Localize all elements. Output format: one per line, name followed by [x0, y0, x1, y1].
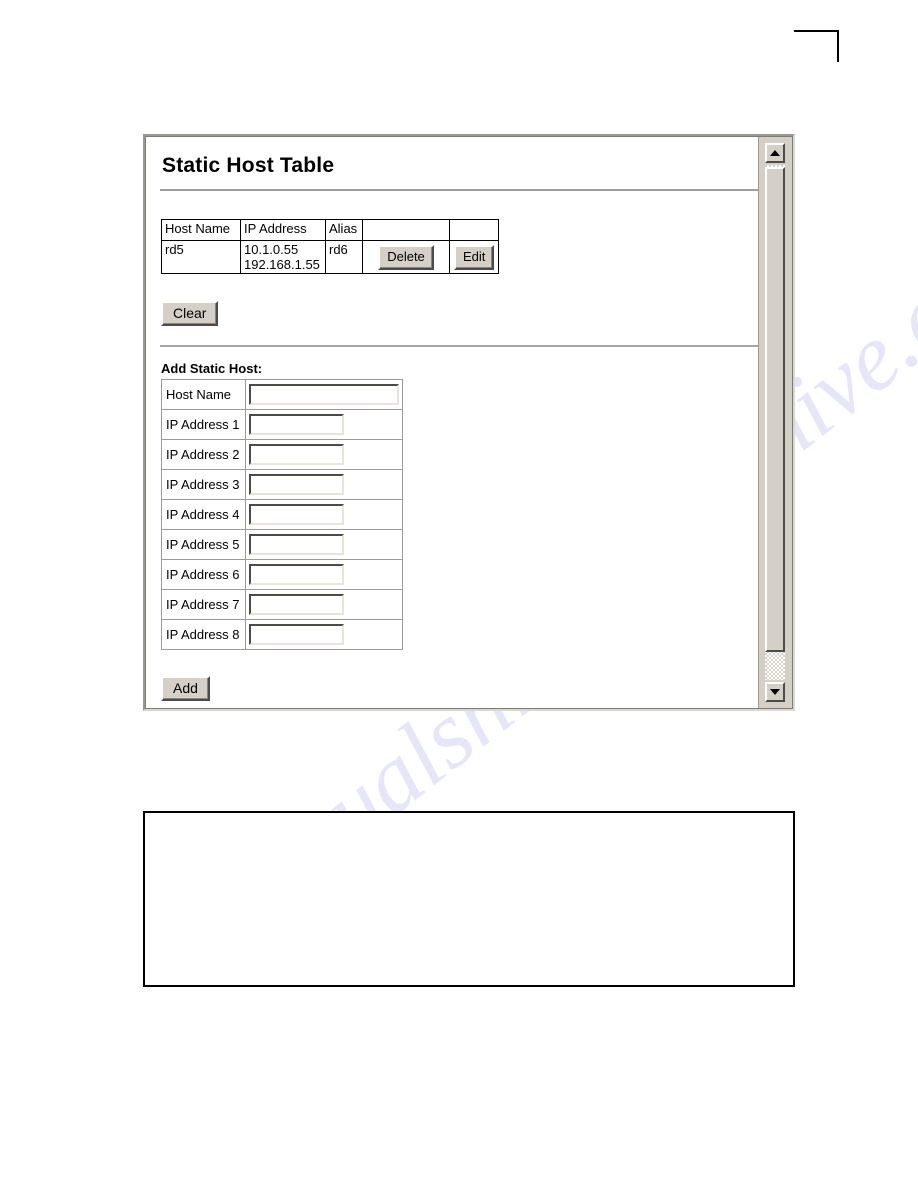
crop-mark-vertical — [837, 30, 839, 62]
cell-host-name: rd5 — [161, 240, 241, 274]
triangle-up-icon — [770, 150, 780, 156]
ip-address-3-input[interactable] — [249, 474, 344, 495]
page-title: Static Host Table — [162, 154, 335, 177]
cell-ip-address-5-input — [245, 529, 403, 560]
static-host-table-panel: Static Host Table Host Name IP Address A… — [143, 134, 795, 711]
label-ip-address-2: IP Address 2 — [161, 439, 246, 470]
form-row-ip-address-5: IP Address 5 — [161, 529, 403, 560]
label-ip-address-7: IP Address 7 — [161, 589, 246, 620]
cell-ip-address-8-input — [245, 619, 403, 650]
clear-button[interactable]: Clear — [161, 301, 219, 326]
add-static-host-form: Host Name IP Address 1 IP Address 2 IP A… — [161, 379, 403, 650]
delete-button[interactable]: Delete — [378, 244, 434, 270]
title-divider — [160, 189, 758, 191]
scroll-down-button[interactable] — [765, 682, 785, 702]
form-row-ip-address-2: IP Address 2 — [161, 439, 403, 470]
vertical-scrollbar[interactable] — [758, 137, 792, 708]
host-name-input[interactable] — [249, 384, 399, 405]
cell-alias: rd6 — [325, 240, 363, 274]
label-ip-address-1: IP Address 1 — [161, 409, 246, 440]
ip-address-2-input[interactable] — [249, 444, 344, 465]
form-row-host-name: Host Name — [161, 379, 403, 410]
crop-mark-horizontal — [794, 30, 839, 32]
form-row-ip-address-7: IP Address 7 — [161, 589, 403, 620]
cell-ip-address-4-input — [245, 499, 403, 530]
cell-edit-action: Edit — [448, 240, 500, 274]
cell-ip-address-3-input — [245, 469, 403, 500]
ip-address-5-input[interactable] — [249, 534, 344, 555]
label-ip-address-4: IP Address 4 — [161, 499, 246, 530]
cell-ip-address-line-1: 10.1.0.55 — [244, 242, 299, 257]
form-row-ip-address-4: IP Address 4 — [161, 499, 403, 530]
label-ip-address-6: IP Address 6 — [161, 559, 246, 590]
cell-ip-address-2-input — [245, 439, 403, 470]
triangle-down-icon — [770, 689, 780, 695]
crop-registration-mark — [794, 30, 839, 62]
cell-ip-address-line-2: 192.168.1.55 — [244, 257, 320, 272]
label-ip-address-8: IP Address 8 — [161, 619, 246, 650]
table-row: rd5 10.1.0.55 192.168.1.55 rd6 Delete Ed… — [161, 240, 500, 274]
form-row-ip-address-3: IP Address 3 — [161, 469, 403, 500]
cell-ip-address-7-input — [245, 589, 403, 620]
column-header-host-name: Host Name — [161, 219, 241, 241]
add-static-host-heading: Add Static Host: — [161, 361, 263, 376]
edit-button[interactable]: Edit — [454, 244, 495, 270]
cell-delete-action: Delete — [362, 240, 450, 274]
column-header-delete — [362, 219, 450, 241]
caption-box — [143, 811, 795, 987]
form-row-ip-address-8: IP Address 8 — [161, 619, 403, 650]
ip-address-1-input[interactable] — [249, 414, 344, 435]
table-header-row: Host Name IP Address Alias — [161, 219, 500, 241]
panel-content-area: Static Host Table Host Name IP Address A… — [146, 137, 758, 708]
ip-address-6-input[interactable] — [249, 564, 344, 585]
section-divider — [160, 345, 758, 347]
scroll-up-button[interactable] — [765, 143, 785, 163]
column-header-alias: Alias — [325, 219, 363, 241]
ip-address-7-input[interactable] — [249, 594, 344, 615]
cell-ip-address: 10.1.0.55 192.168.1.55 — [240, 240, 326, 274]
add-button[interactable]: Add — [161, 676, 210, 701]
label-ip-address-3: IP Address 3 — [161, 469, 246, 500]
column-header-edit — [448, 219, 500, 241]
label-ip-address-5: IP Address 5 — [161, 529, 246, 560]
ip-address-8-input[interactable] — [249, 624, 344, 645]
form-row-ip-address-6: IP Address 6 — [161, 559, 403, 590]
scrollbar-thumb[interactable] — [765, 167, 785, 652]
static-host-table: Host Name IP Address Alias rd5 10.1.0.55… — [161, 219, 500, 274]
cell-ip-address-6-input — [245, 559, 403, 590]
cell-ip-address-1-input — [245, 409, 403, 440]
panel-inner-frame: Static Host Table Host Name IP Address A… — [145, 136, 793, 709]
label-host-name: Host Name — [161, 379, 246, 410]
column-header-ip-address: IP Address — [240, 219, 326, 241]
cell-host-name-input — [245, 379, 403, 410]
ip-address-4-input[interactable] — [249, 504, 344, 525]
form-row-ip-address-1: IP Address 1 — [161, 409, 403, 440]
